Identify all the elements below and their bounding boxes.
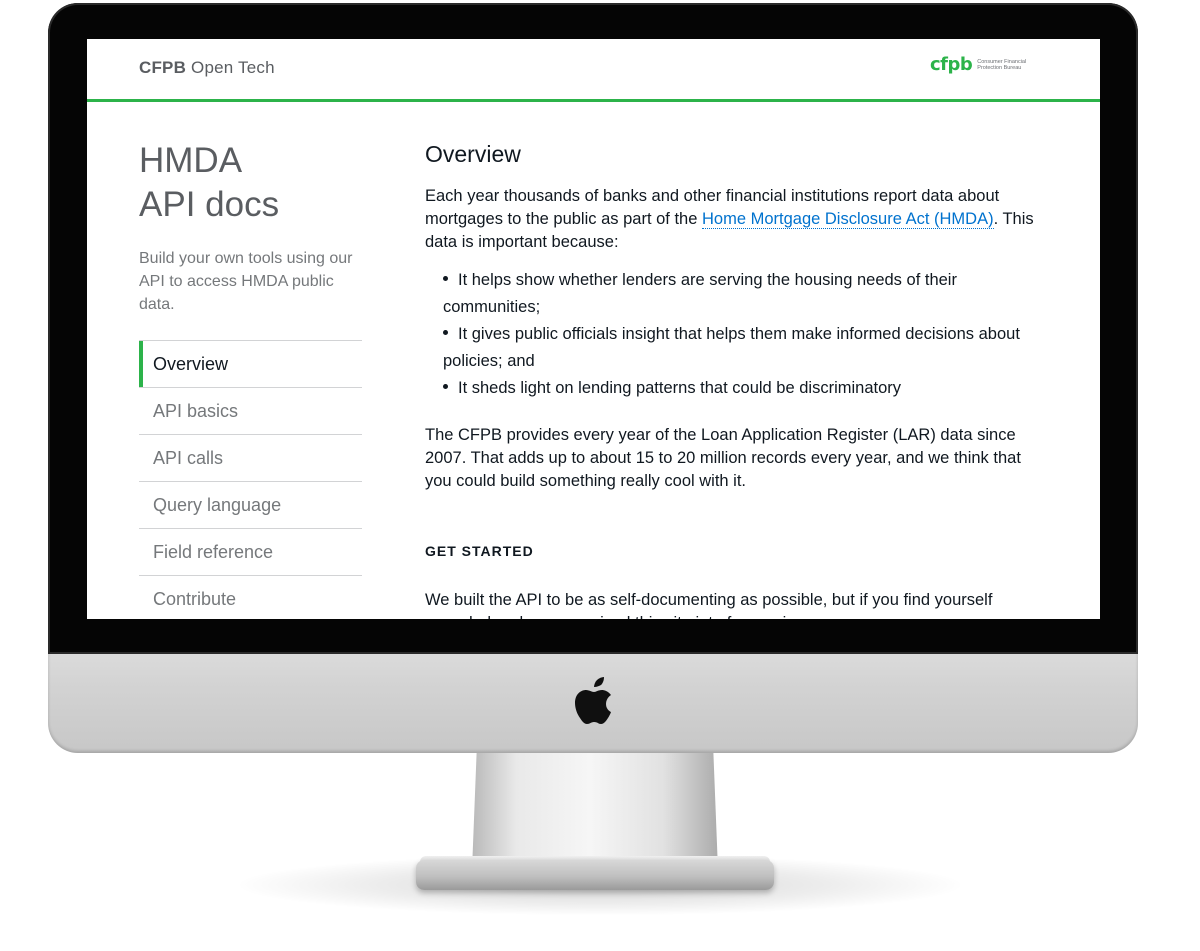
sidebar-item-api-basics[interactable]: API basics	[139, 388, 362, 435]
sidebar: HMDA API docs Build your own tools using…	[139, 139, 362, 619]
sidebar-item-api-calls[interactable]: API calls	[139, 435, 362, 482]
list-item-text: It gives public officials insight that h…	[443, 325, 1020, 370]
sidebar-title: HMDA API docs	[139, 141, 280, 224]
bullet-icon	[443, 276, 448, 282]
importance-list: It helps show whether lenders are servin…	[425, 267, 1045, 402]
list-item-text: It helps show whether lenders are servin…	[443, 271, 957, 316]
monitor-stand-foot	[416, 860, 774, 890]
list-item-text: It sheds light on lending patterns that …	[458, 379, 902, 397]
sidebar-item-contribute[interactable]: Contribute	[139, 576, 362, 619]
monitor-screen: CFPB Open Tech cfpb Consumer Financial P…	[87, 39, 1100, 619]
bullet-icon	[443, 384, 448, 390]
sidebar-description: Build your own tools using our API to ac…	[139, 250, 353, 313]
cfpb-logo[interactable]: cfpb Consumer Financial Protection Burea…	[930, 56, 1035, 74]
site-header: CFPB Open Tech cfpb Consumer Financial P…	[87, 39, 1100, 102]
sidebar-item-overview[interactable]: Overview	[139, 341, 362, 388]
monitor-stand-neck	[472, 745, 718, 870]
brand-light-text: Open Tech	[191, 58, 275, 77]
intro-paragraph: Each year thousands of banks and other f…	[425, 185, 1045, 254]
cfpb-logo-words: Consumer Financial Protection Bureau	[977, 59, 1027, 71]
apple-logo-icon	[575, 677, 611, 724]
list-item: It helps show whether lenders are servin…	[443, 267, 1045, 321]
get-started-paragraph: We built the API to be as self-documenti…	[425, 591, 993, 619]
list-item: It sheds light on lending patterns that …	[443, 375, 1045, 402]
page-title: Overview	[425, 141, 521, 167]
hmda-link[interactable]: Home Mortgage Disclosure Act (HMDA)	[702, 210, 994, 229]
list-item: It gives public officials insight that h…	[443, 321, 1045, 375]
site-brand[interactable]: CFPB Open Tech	[139, 58, 275, 78]
sidebar-nav: Overview API basics API calls Query lang…	[139, 340, 362, 619]
sidebar-item-field-reference[interactable]: Field reference	[139, 529, 362, 576]
bullet-icon	[443, 330, 448, 336]
sidebar-item-query-language[interactable]: Query language	[139, 482, 362, 529]
cfpb-logo-mark: cfpb	[930, 54, 973, 75]
get-started-heading: GET STARTED	[425, 543, 534, 559]
lar-paragraph: The CFPB provides every year of the Loan…	[425, 426, 1021, 490]
main-content: Overview Each year thousands of banks an…	[425, 139, 1045, 619]
brand-bold-text: CFPB	[139, 58, 187, 77]
